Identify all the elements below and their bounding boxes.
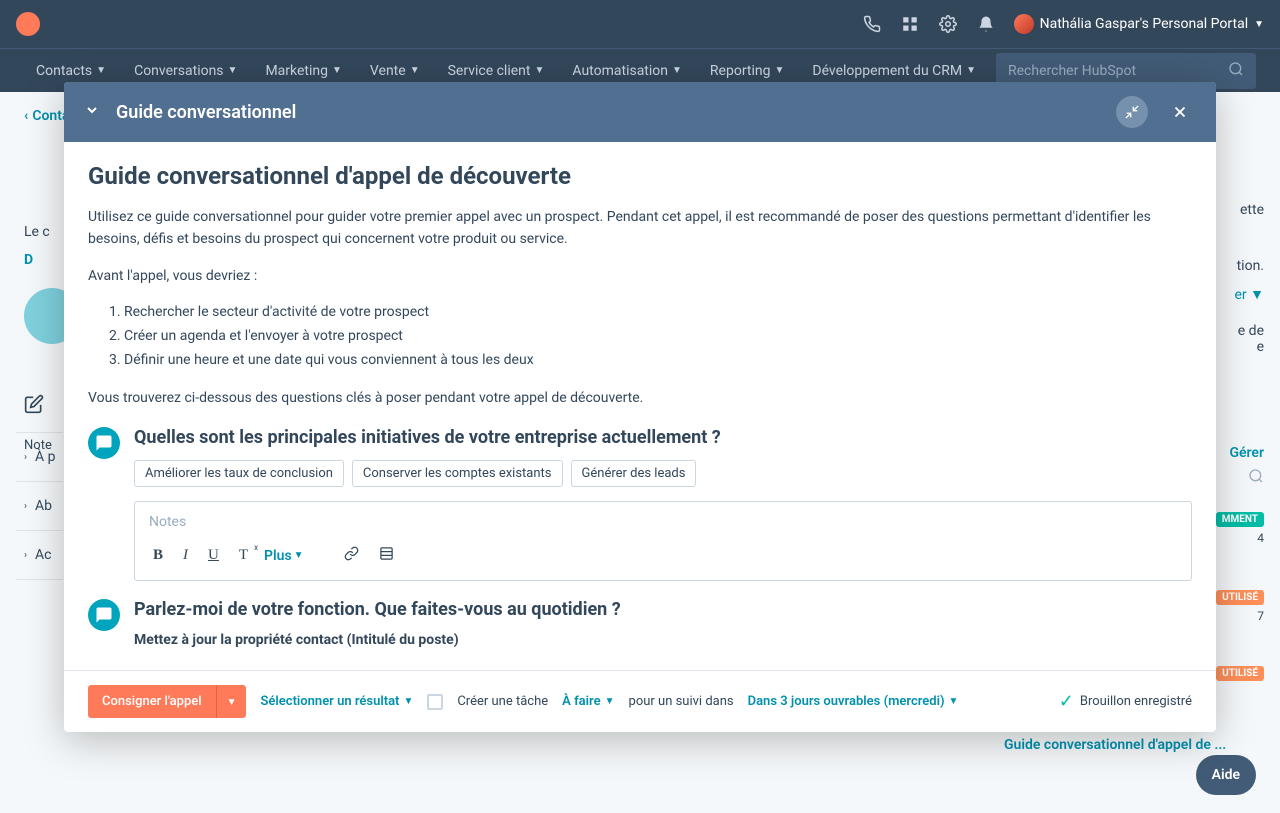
before-label: Avant l'appel, vous devriez :	[88, 265, 1192, 287]
q1-title: Quelles sont les principales initiatives…	[134, 427, 1192, 448]
modal-body: Guide conversationnel d'appel de découve…	[64, 142, 1216, 670]
after-text: Vous trouverez ci-dessous des questions …	[88, 387, 1192, 409]
playbook-modal: Guide conversationnel Guide conversation…	[64, 82, 1216, 732]
modal-header: Guide conversationnel	[64, 82, 1216, 142]
check-icon: ✓	[1059, 691, 1074, 712]
modal-title: Guide conversationnel	[116, 102, 1100, 123]
log-call-button[interactable]: Consigner l'appel	[88, 685, 216, 718]
log-call-dropdown[interactable]: ▼	[216, 685, 247, 718]
follow-label: pour un suivi dans	[629, 694, 734, 709]
chip-1[interactable]: Conserver les comptes existants	[352, 460, 563, 487]
create-task-checkbox[interactable]	[427, 694, 443, 710]
chip-0[interactable]: Améliorer les taux de conclusion	[134, 460, 344, 487]
task-type-select[interactable]: À faire ▼	[562, 694, 614, 709]
minimize-icon[interactable]	[1116, 96, 1148, 128]
close-icon[interactable]	[1164, 96, 1196, 128]
draft-saved: ✓ Brouillon enregistré	[1059, 691, 1192, 712]
due-date-select[interactable]: Dans 3 jours ouvrables (mercredi) ▼	[748, 694, 959, 709]
steps-list: Rechercher le secteur d'activité de votr…	[124, 301, 1192, 372]
step-1: Créer un agenda et l'envoyer à votre pro…	[124, 325, 1192, 349]
chat-icon	[88, 599, 120, 631]
modal-footer: Consigner l'appel ▼ Sélectionner un résu…	[64, 670, 1216, 732]
q2-subtitle: Mettez à jour la propriété contact (Inti…	[134, 632, 1192, 648]
more-formatting[interactable]: Plus ▼	[264, 548, 304, 564]
chat-icon	[88, 427, 120, 459]
chip-2[interactable]: Générer des leads	[571, 460, 697, 487]
text-color-button[interactable]: Tx	[235, 545, 252, 566]
step-0: Rechercher le secteur d'activité de votr…	[124, 301, 1192, 325]
question-2: Parlez-moi de votre fonction. Que faites…	[88, 599, 1192, 658]
modal-overlay: Guide conversationnel Guide conversation…	[0, 0, 1280, 813]
editor-toolbar: B I U Tx Plus ▼	[149, 544, 1177, 568]
snippet-button[interactable]	[375, 544, 398, 568]
step-2: Définir une heure et une date qui vous c…	[124, 349, 1192, 373]
bold-button[interactable]: B	[149, 545, 167, 566]
saved-label: Brouillon enregistré	[1080, 694, 1192, 709]
guide-title: Guide conversationnel d'appel de découve…	[88, 162, 1192, 190]
guide-intro: Utilisez ce guide conversationnel pour g…	[88, 206, 1192, 251]
q1-chips: Améliorer les taux de conclusion Conserve…	[134, 460, 1192, 487]
italic-button[interactable]: I	[179, 545, 192, 566]
underline-button[interactable]: U	[204, 545, 223, 566]
q2-title: Parlez-moi de votre fonction. Que faites…	[134, 599, 1192, 620]
chevron-down-icon[interactable]	[84, 102, 100, 122]
notes-placeholder: Notes	[149, 514, 1177, 530]
question-1: Quelles sont les principales initiatives…	[88, 427, 1192, 581]
link-button[interactable]	[340, 544, 363, 568]
create-task-label: Créer une tâche	[457, 694, 548, 709]
select-result[interactable]: Sélectionner un résultat ▼	[260, 694, 413, 709]
notes-editor[interactable]: Notes B I U Tx Plus ▼	[134, 501, 1192, 581]
